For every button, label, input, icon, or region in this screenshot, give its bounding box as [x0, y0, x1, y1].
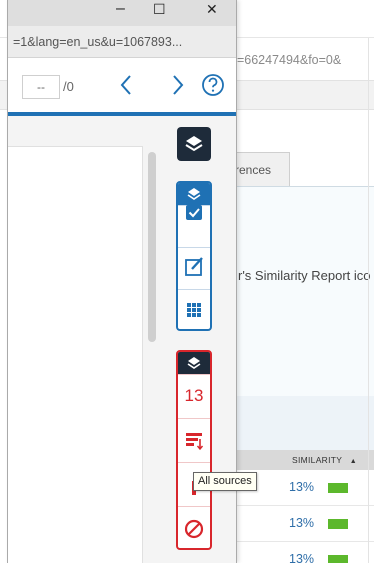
- report-band: [228, 396, 374, 450]
- document-page[interactable]: [8, 146, 143, 563]
- layers-icon: [187, 357, 201, 369]
- address-bar[interactable]: =1&lang=en_us&u=1067893...: [8, 26, 236, 58]
- checkbox-icon: [186, 205, 202, 220]
- similarity-bar: [328, 555, 348, 563]
- tab-references[interactable]: rences: [228, 152, 290, 186]
- popup-titlebar[interactable]: – ☐ ✕: [8, 0, 236, 26]
- exclude-sources-button[interactable]: [178, 506, 210, 548]
- report-panel: [228, 186, 374, 396]
- similarity-bar: [328, 519, 348, 529]
- document-navbar: -- /0: [8, 58, 236, 112]
- page-total: /0: [63, 79, 74, 94]
- grading-button[interactable]: [178, 205, 210, 247]
- all-sources-button[interactable]: [178, 418, 210, 462]
- similarity-column-header[interactable]: SIMILARITY ▲: [292, 455, 357, 465]
- grid-button[interactable]: [178, 289, 210, 329]
- no-entry-icon: [184, 519, 204, 539]
- layers-icon: [185, 136, 203, 152]
- filter-sort-icon: [186, 433, 204, 451]
- grid-icon: [187, 303, 201, 317]
- table-row[interactable]: 13%: [228, 506, 374, 542]
- background-url-fragment: d=66247494&fo=0&: [230, 53, 342, 67]
- table-row[interactable]: 13%: [228, 542, 374, 563]
- chevron-left-icon[interactable]: [114, 70, 138, 100]
- close-button[interactable]: ✕: [206, 1, 218, 18]
- match-overview-button[interactable]: 13: [178, 374, 210, 418]
- edit-icon: [185, 257, 203, 276]
- document-scrollbar[interactable]: [148, 152, 156, 342]
- similarity-value: 13%: [289, 552, 315, 563]
- layers-toggle-button[interactable]: [177, 127, 211, 161]
- similarity-toolbar-group: 13: [176, 350, 212, 550]
- minimize-button[interactable]: –: [116, 0, 125, 18]
- similarity-group-header[interactable]: [178, 352, 210, 374]
- edit-button[interactable]: [178, 247, 210, 289]
- grading-toolbar-group: [176, 181, 212, 331]
- all-sources-tooltip: All sources: [193, 472, 257, 491]
- maximize-button[interactable]: ☐: [153, 1, 166, 18]
- sort-arrow-icon: ▲: [349, 458, 357, 465]
- match-count: 13: [184, 386, 204, 405]
- similarity-value: 13%: [289, 516, 315, 530]
- help-icon[interactable]: [200, 72, 226, 98]
- divider: [368, 38, 369, 563]
- report-text: r's Similarity Report ico: [238, 268, 371, 283]
- similarity-value: 13%: [289, 480, 315, 494]
- page-number-input[interactable]: --: [22, 75, 60, 99]
- similarity-bar: [328, 483, 348, 493]
- table-header: SIMILARITY ▲: [228, 450, 374, 470]
- chevron-right-icon[interactable]: [166, 70, 190, 100]
